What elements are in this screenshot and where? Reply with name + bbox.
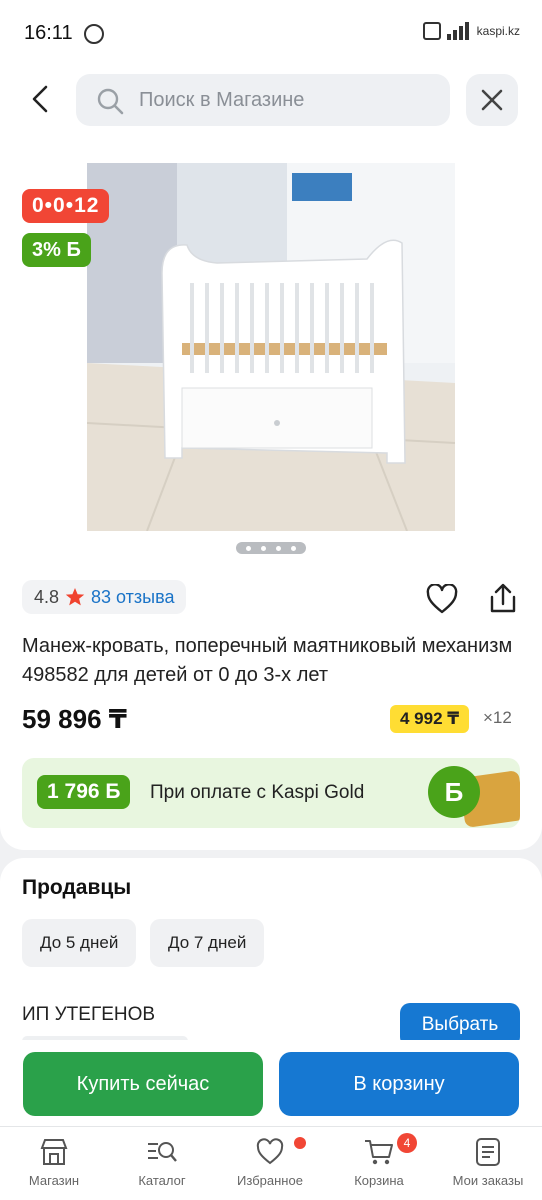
favorite-heart-icon[interactable] [426,584,458,614]
installment-price: 4 992 ₸ [390,705,470,733]
search-input[interactable]: Поиск в Магазине [76,74,450,126]
signal-icon [446,22,469,40]
whatsapp-icon [84,24,104,44]
status-time: 16:11 [24,22,73,44]
nav-label: Каталог [138,1173,186,1188]
back-arrow-icon[interactable] [26,84,56,114]
kaspi-gold-text: При оплате с Kaspi Gold [150,782,365,803]
product-price: 59 896 ₸ [22,704,127,734]
search-icon [97,88,124,115]
nfc-icon [422,22,441,40]
nav-item-store[interactable]: Магазин [0,1137,108,1188]
buy-now-button[interactable]: Купить сейчас [23,1052,263,1116]
cart-icon [365,1140,393,1165]
gallery-dot [246,545,251,551]
seller-name: ИП УТЕГЕНОВ [22,1004,156,1025]
gallery-dot [291,545,296,551]
orders-icon [476,1138,500,1166]
add-to-cart-button[interactable]: В корзину [279,1052,519,1116]
promo-countdown-badge: 0•0•12 [22,189,110,223]
gallery-indicator [236,542,306,554]
rating-value: 4.8 [34,586,60,607]
bonus-badge: 3% Б [22,233,91,267]
kaspi-gold-bonus: 1 796 Б [37,775,131,809]
gallery-dot [276,545,281,551]
bottom-nav: Магазин Каталог Избранное 4 Корзина Мои … [0,1126,542,1200]
status-bar: 16:11 kaspi.kz [0,0,542,68]
nav-label: Магазин [28,1173,80,1188]
bonus-coin-icon: Б [428,766,480,818]
product-title: Манеж-кровать, поперечный маятниковый ме… [22,635,513,686]
nav-label: Мои заказы [452,1173,524,1188]
favorites-notification-dot [294,1137,306,1149]
status-icons: kaspi.kz [422,22,520,40]
star-icon [65,588,85,606]
close-button[interactable] [466,74,518,126]
nav-label: Избранное [237,1173,303,1188]
delivery-filter-5-days[interactable]: До 5 дней [22,919,137,967]
delivery-filter-7-days[interactable]: До 7 дней [150,919,265,967]
status-carrier: kaspi.kz [476,24,520,38]
product-image[interactable] [87,163,455,531]
action-bar: Купить сейчас В корзину [0,1040,542,1126]
product-card: 0•0•12 3% Б 4.8 83 отзыва Манеж-кровать,… [0,144,542,850]
catalog-search-icon [148,1142,177,1162]
nav-item-favorites[interactable]: Избранное [216,1137,324,1188]
store-icon [40,1139,68,1165]
nav-item-cart[interactable]: 4 Корзина [325,1133,433,1188]
search-placeholder: Поиск в Магазине [139,89,305,111]
nav-label: Корзина [354,1173,404,1188]
installment-months: ×12 [483,708,512,727]
sellers-section: Продавцы До 5 дней До 7 дней ИП УТЕГЕНОВ… [0,858,542,1058]
share-icon[interactable] [486,582,520,616]
heart-icon [256,1138,284,1165]
rating-chip[interactable]: 4.8 83 отзыва [22,580,187,614]
sellers-title: Продавцы [22,876,132,899]
kaspi-gold-banner[interactable]: 1 796 Б При оплате с Kaspi Gold Б [22,758,520,828]
cart-count-badge: 4 [397,1133,417,1153]
reviews-link[interactable]: 83 отзыва [91,587,174,608]
nav-item-orders[interactable]: Мои заказы [434,1137,542,1188]
close-icon [481,89,503,111]
nav-item-catalog[interactable]: Каталог [108,1137,216,1188]
search-header: Поиск в Магазине [0,68,542,144]
gallery-dot [261,545,266,551]
